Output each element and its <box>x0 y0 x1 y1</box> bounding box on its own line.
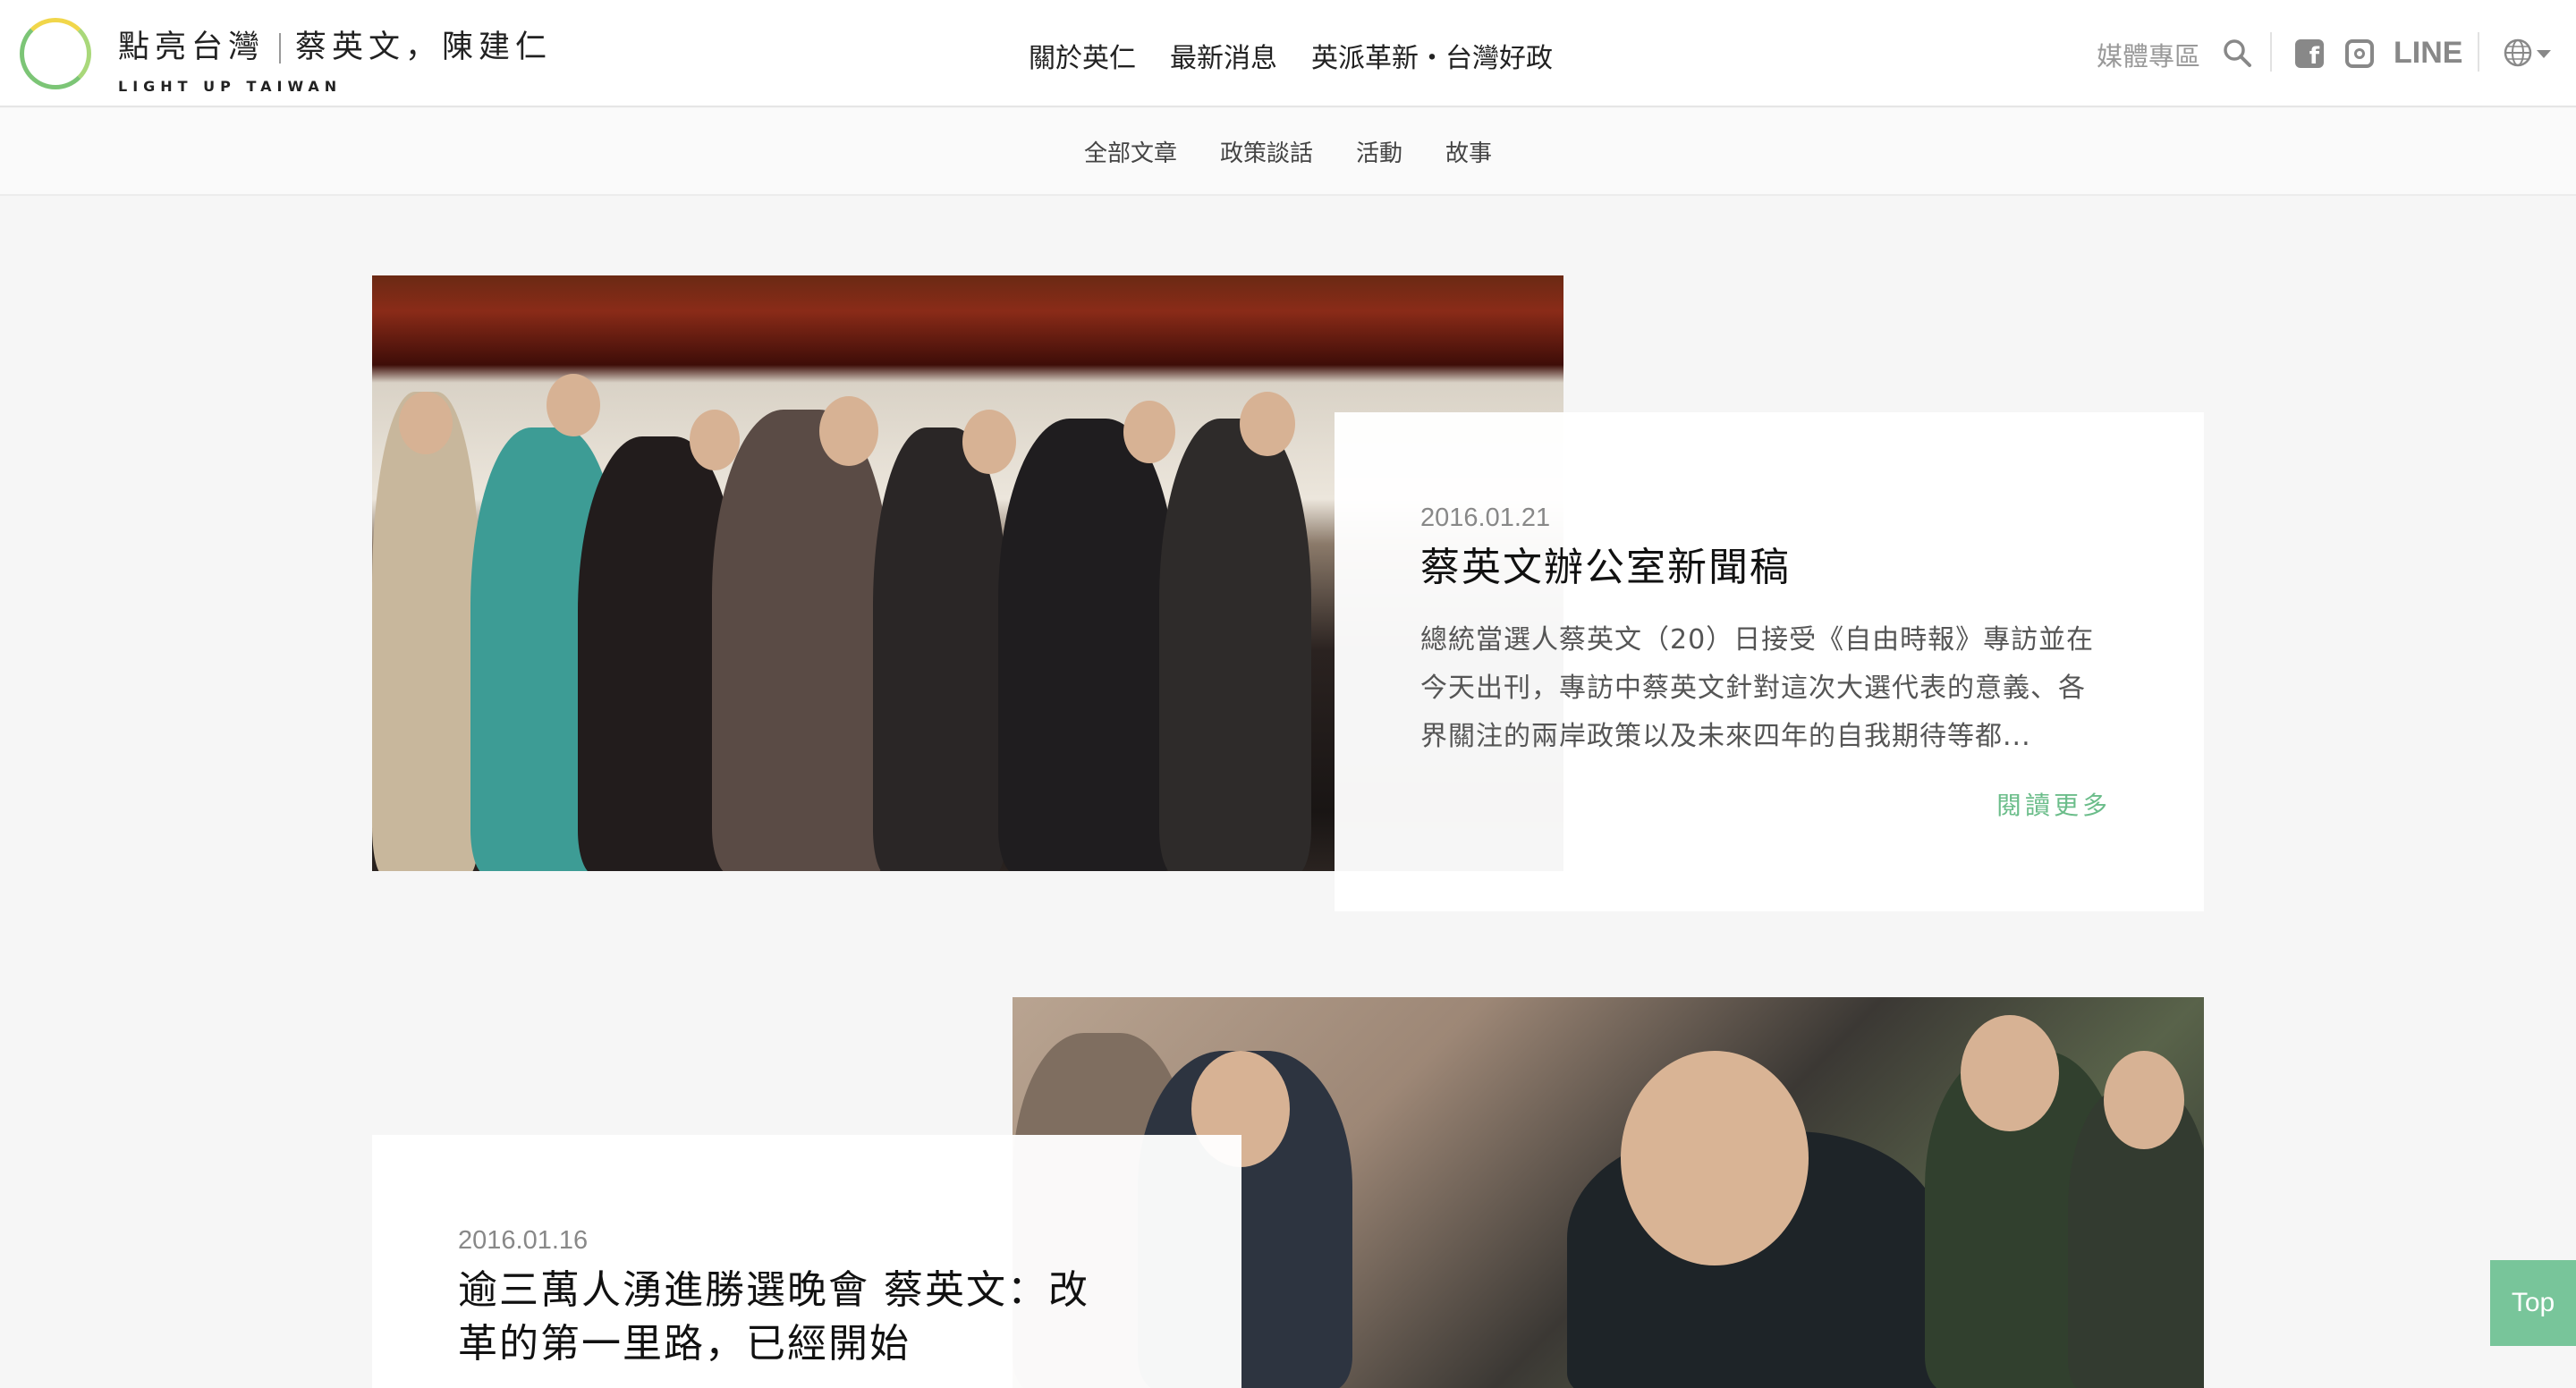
read-more-link[interactable]: 閱讀更多 <box>1996 786 2111 822</box>
search-icon[interactable] <box>2222 38 2252 68</box>
article-title[interactable]: 蔡英文辦公室新聞稿 <box>1420 541 2154 595</box>
logo-subtitle: LIGHT UP TAIWAN <box>118 78 343 95</box>
article-date: 2016.01.21 <box>1420 504 1551 532</box>
logo-ring-icon[interactable] <box>20 18 91 89</box>
article-date: 2016.01.16 <box>458 1226 589 1255</box>
title-line: 逾三萬人湧進勝選晚會 蔡英文：改 <box>458 1267 1089 1313</box>
category-stories[interactable]: 故事 <box>1445 135 1492 168</box>
excerpt-line: 今天出刊，專訪中蔡英文針對這次大選代表的意義、各 <box>1420 673 2086 704</box>
back-to-top-button[interactable]: Top <box>2490 1260 2576 1346</box>
logo-divider <box>279 33 282 63</box>
article-card[interactable]: 2016.01.16 逾三萬人湧進勝選晚會 蔡英文：改 革的第一里路，已經開始 <box>372 1135 1241 1388</box>
category-policy-talks[interactable]: 政策談話 <box>1220 135 1313 168</box>
instagram-icon[interactable] <box>2345 39 2374 68</box>
article-title[interactable]: 逾三萬人湧進勝選晚會 蔡英文：改 革的第一里路，已經開始 <box>458 1264 1191 1371</box>
logo-title: 點亮台灣 蔡英文，陳建仁 <box>118 21 552 67</box>
article-excerpt: 總統當選人蔡英文（20）日接受《自由時報》專訪並在 今天出刊，專訪中蔡英文針對這… <box>1420 616 2154 761</box>
globe-icon[interactable] <box>2503 38 2533 68</box>
site-header: 點亮台灣 蔡英文，陳建仁 LIGHT UP TAIWAN 關於英仁 最新消息 英派… <box>0 0 2576 107</box>
nav-item-policy[interactable]: 英派革新・台灣好政 <box>1311 36 1553 75</box>
nav-item-news[interactable]: 最新消息 <box>1170 36 1277 75</box>
header-divider <box>2270 32 2272 72</box>
title-line: 革的第一里路，已經開始 <box>458 1321 911 1367</box>
category-events[interactable]: 活動 <box>1356 135 1402 168</box>
logo-title-part-2: 蔡英文，陳建仁 <box>295 30 553 65</box>
line-link[interactable]: LINE <box>2394 36 2462 71</box>
logo-title-part-1: 點亮台灣 <box>118 30 266 65</box>
media-zone-link[interactable]: 媒體專區 <box>2097 36 2200 73</box>
article-card[interactable]: 2016.01.21 蔡英文辦公室新聞稿 總統當選人蔡英文（20）日接受《自由時… <box>1335 412 2204 911</box>
excerpt-line: 界關注的兩岸政策以及未來四年的自我期待等都... <box>1420 721 2031 752</box>
facebook-icon[interactable]: f <box>2295 39 2324 68</box>
category-all[interactable]: 全部文章 <box>1084 135 1177 168</box>
header-divider <box>2478 32 2479 72</box>
main-nav: 關於英仁 最新消息 英派革新・台灣好政 <box>1029 36 1553 75</box>
excerpt-line: 總統當選人蔡英文（20）日接受《自由時報》專訪並在 <box>1420 624 2095 656</box>
category-nav: 全部文章 政策談話 活動 故事 <box>0 108 2576 196</box>
logo[interactable]: 點亮台灣 蔡英文，陳建仁 LIGHT UP TAIWAN <box>118 21 552 95</box>
nav-item-about[interactable]: 關於英仁 <box>1029 36 1136 75</box>
chevron-down-icon[interactable] <box>2537 50 2551 58</box>
